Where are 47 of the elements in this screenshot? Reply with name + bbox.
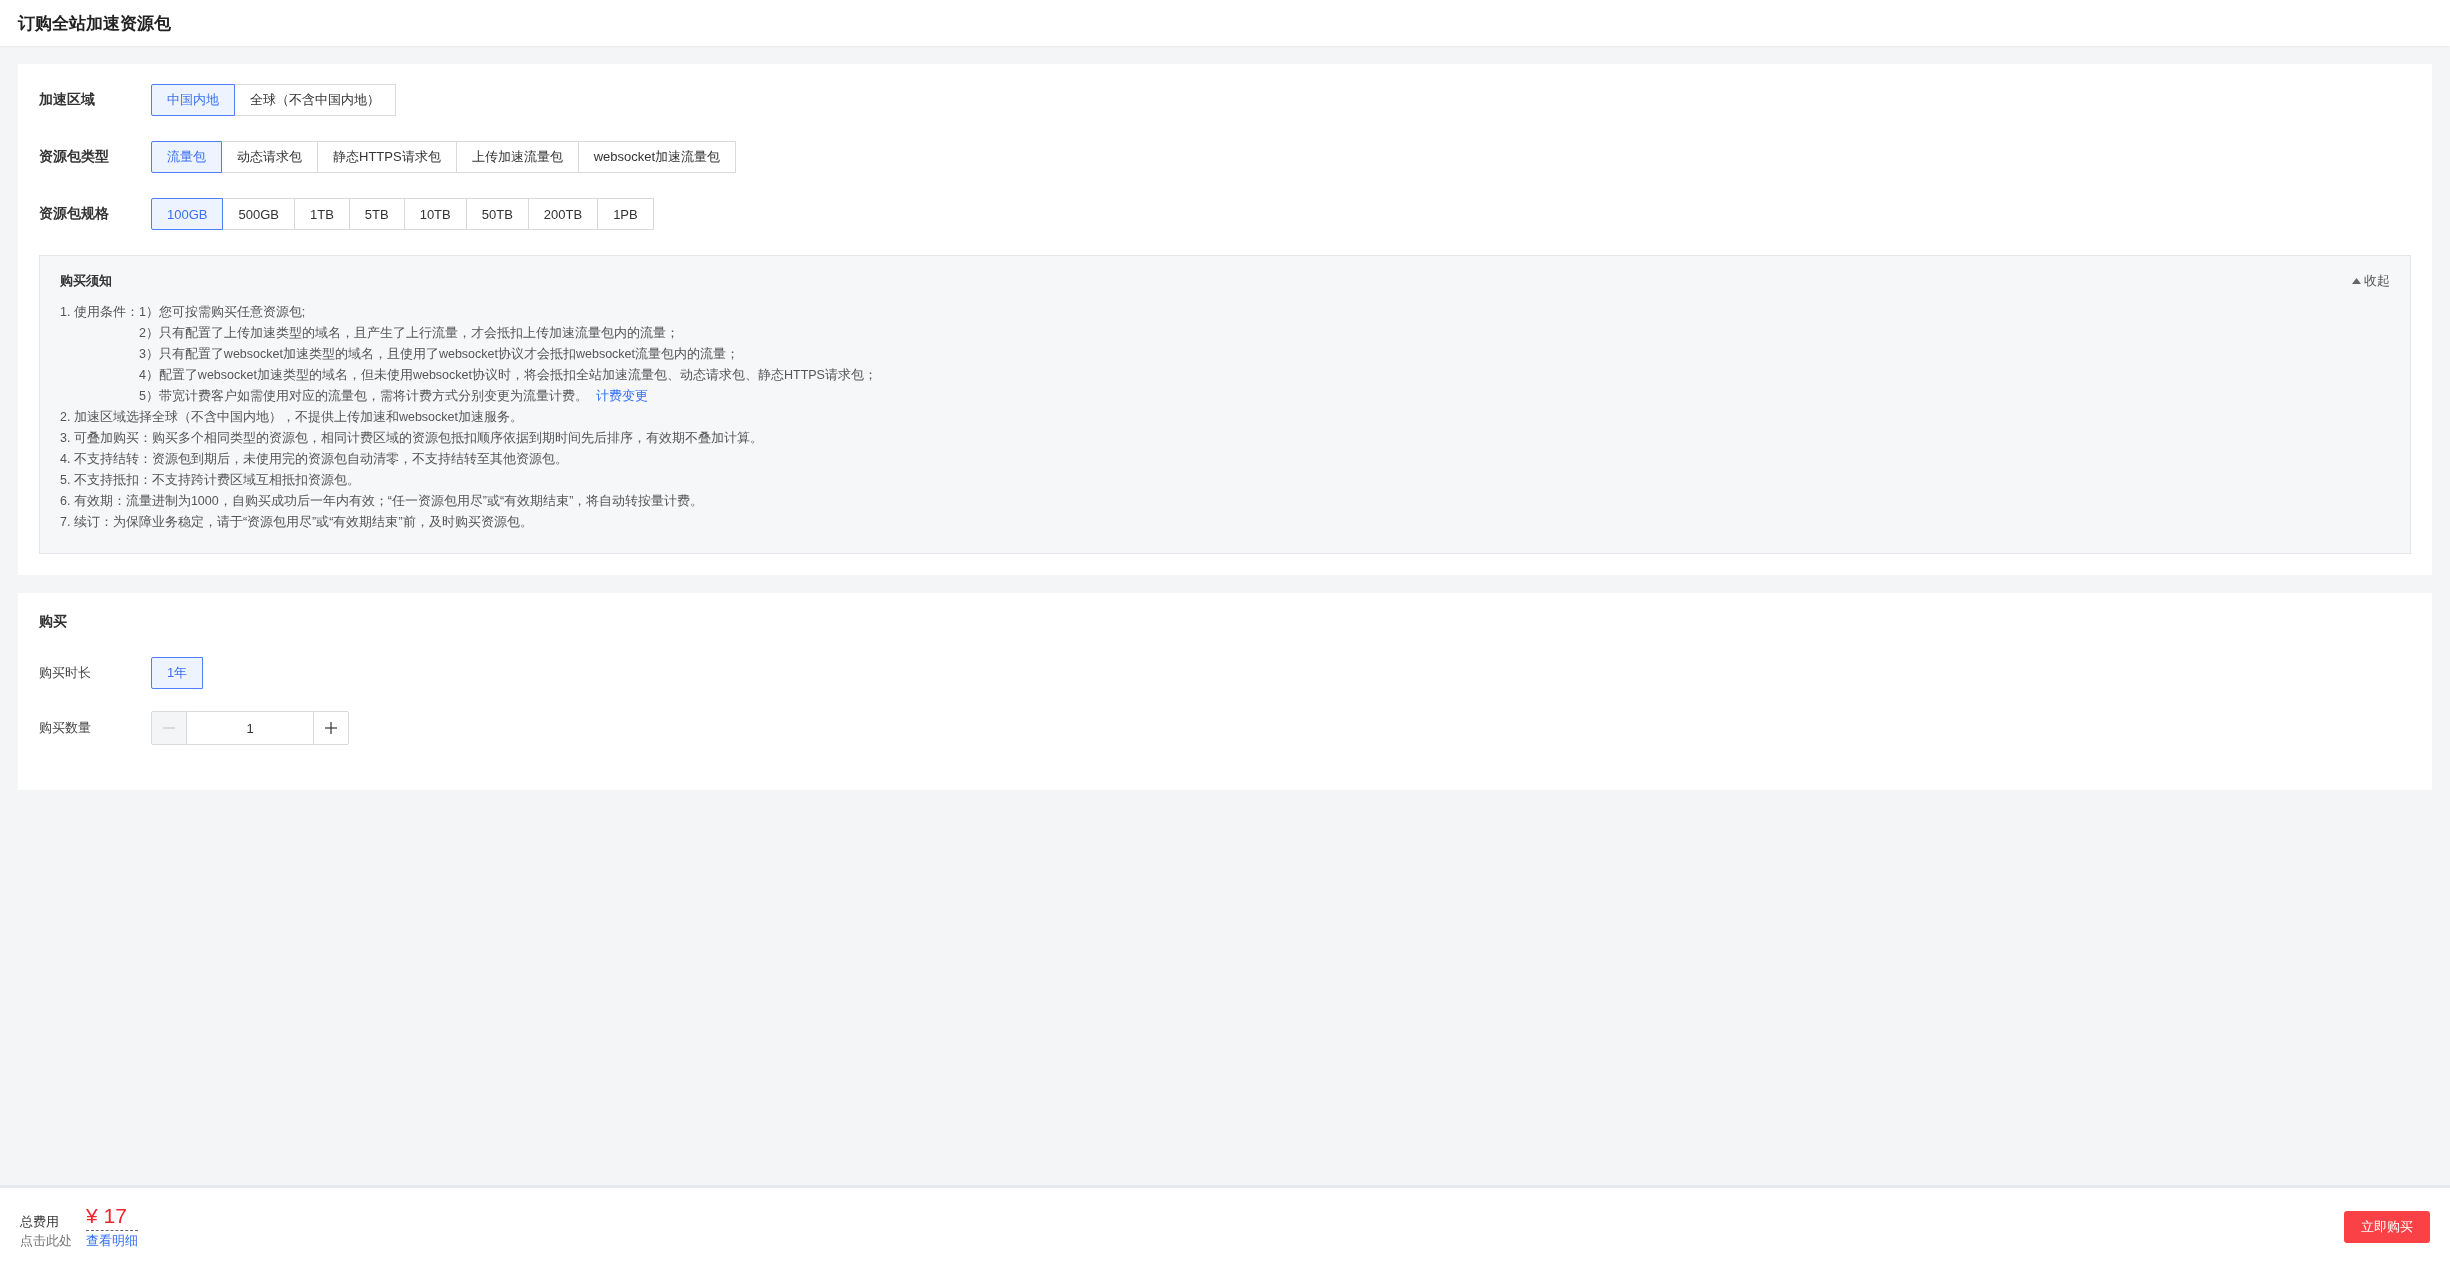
notice-text: 5. 不支持抵扣：不支持跨计费区域互相抵扣资源包。 [60, 472, 360, 489]
option-button[interactable]: 中国内地 [151, 84, 235, 116]
field-label: 购买数量 [39, 719, 92, 737]
notice-text: 1. 使用条件： [60, 304, 139, 321]
option-button[interactable]: 200TB [527, 198, 599, 230]
plus-button[interactable] [313, 711, 349, 745]
notice-text: 5）带宽计费客户如需使用对应的流量包，需将计费方式分别变更为流量计费。 [138, 389, 588, 403]
option-button[interactable]: 10TB [403, 198, 467, 230]
option-button[interactable]: 静态HTTPS请求包 [317, 141, 457, 173]
detail-link[interactable]: 查看明细 [86, 1232, 138, 1250]
option-button[interactable]: websocket加速流量包 [577, 141, 737, 173]
notice-text: 3）只有配置了websocket加速类型的域名，且使用了websocket协议才会抵扣websocket流量包内的流量； [138, 347, 740, 361]
option-button[interactable]: 流量包 [151, 141, 222, 173]
quantity-field[interactable]: 1 [187, 711, 313, 745]
option-button[interactable]: 100GB [151, 198, 224, 230]
option-button[interactable]: 1TB [293, 198, 350, 230]
notice-text: 4. 不支持结转：资源包到期后，未使用完的资源包自动清零，不支持结转至其他资源包。 [60, 451, 568, 468]
hint-text: 点击此处 [20, 1232, 72, 1250]
notice-title: 购买须知 [60, 272, 112, 290]
option-button[interactable]: 全球（不含中国内地） [234, 84, 396, 116]
notice-text: 2. 加速区域选择全球（不含中国内地），不提供上传加速和websocket加速服务。 [60, 409, 523, 426]
collapse-toggle[interactable]: 收起 [2352, 272, 2390, 290]
triangle-icon [2352, 278, 2361, 284]
notice-text: 1）您可按需购买任意资源包; [138, 305, 306, 319]
field-label: 购买时长 [39, 664, 92, 682]
notice-text: 7. 续订：为保障业务稳定，请于“资源包用尽”或“有效期结束”前，及时购买资源包。 [60, 514, 533, 531]
notice-text: 4）配置了websocket加速类型的域名，但未使用websocket协议时，将会抵扣全站加速流量包、动态请求包、静态HTTPS请求包； [138, 368, 877, 382]
option-button[interactable]: 5TB [348, 198, 405, 230]
option-button[interactable]: 1年 [151, 657, 204, 689]
option-button[interactable]: 上传加速流量包 [455, 141, 579, 173]
notice-text: 6. 有效期：流量进制为1000，自购买成功后一年内有效；“任一资源包用尽”或“有效期结束”，将自动转按量计费。 [60, 493, 704, 510]
notice-text: 3. 可叠加购买：购买多个相同类型的资源包，相同计费区域的资源包抵扣顺序依据到期时间先后排序，有效期不叠加计算。 [60, 430, 763, 447]
price-text: ¥ 17 [86, 1203, 138, 1231]
page-title: 订购全站加速资源包 [18, 12, 171, 35]
buy-button[interactable]: 立即购买 [2344, 1210, 2430, 1243]
field-label: 加速区域 [39, 91, 96, 109]
option-button[interactable]: 1PB [597, 198, 654, 230]
option-button[interactable]: 500GB [222, 198, 295, 230]
option-button[interactable]: 50TB [465, 198, 529, 230]
field-label: 资源包规格 [39, 205, 110, 223]
option-button[interactable]: 动态请求包 [221, 141, 318, 173]
plus-icon [324, 721, 338, 735]
section-title: 购买 [39, 613, 68, 631]
notice-text: 2）只有配置了上传加速类型的域名，且产生了上行流量，才会抵扣上传加速流量包内的流量； [138, 326, 679, 340]
billing-change-link[interactable]: 计费变更 [595, 389, 648, 403]
field-label: 资源包类型 [39, 148, 110, 166]
total-label: 总费用 [20, 1212, 60, 1231]
